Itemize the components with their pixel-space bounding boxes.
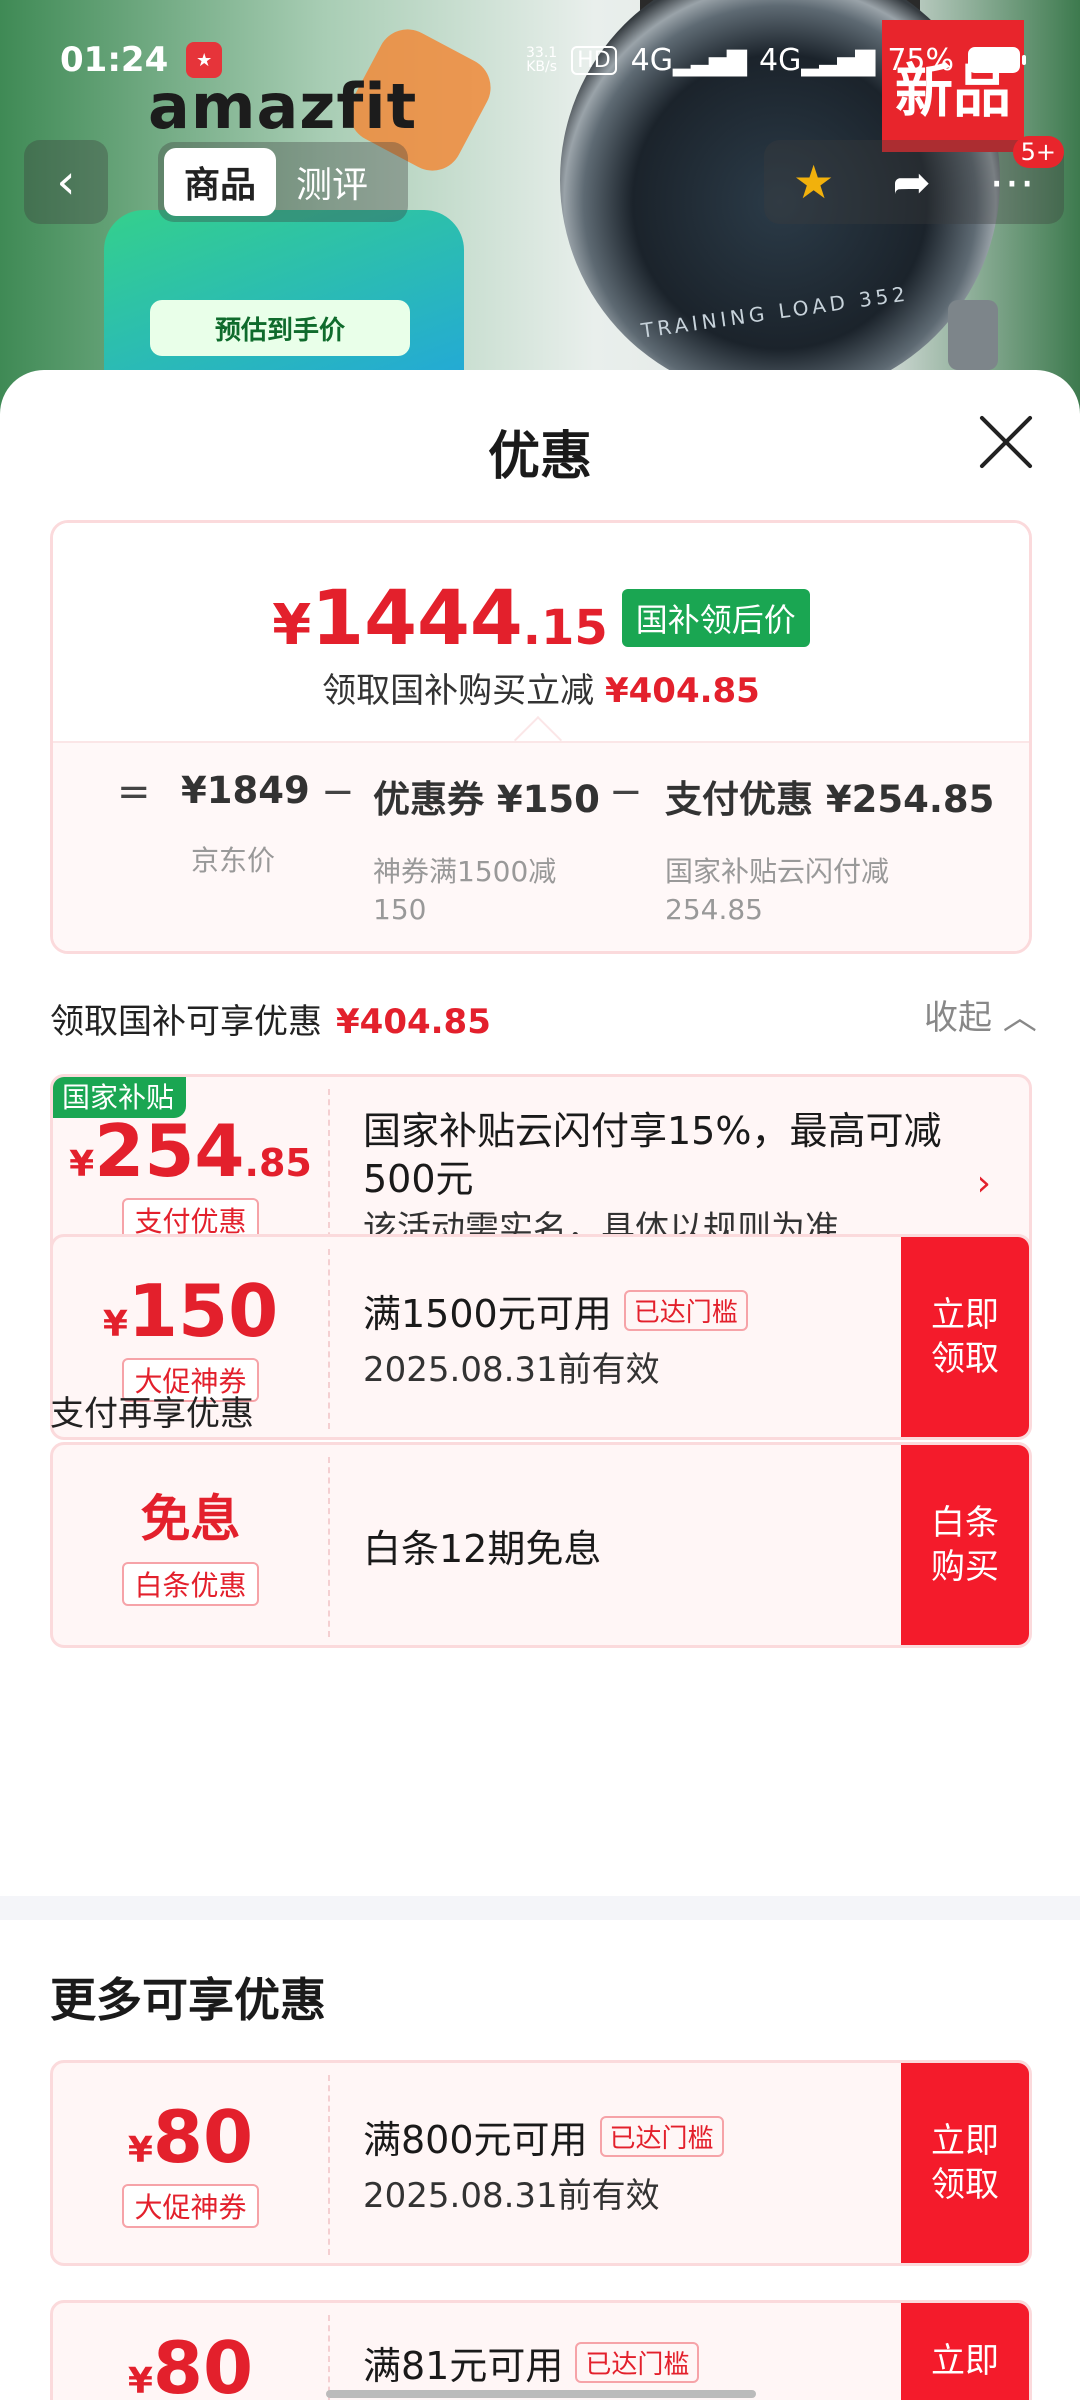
nav-actions: ★ ➦ ⋯ 5+	[764, 136, 1064, 224]
calc-item-payment: 支付优惠 ¥254.85 国家补贴云闪付减254.85	[665, 778, 995, 926]
chevron-left-icon: ‹	[56, 154, 76, 210]
price-reduction-text: 领取国补购买立减 ¥404.85	[322, 671, 760, 711]
subsidy-description: 国家补贴云闪付享15%，最高可减500元 该活动需实名，具体以规则为准	[363, 1109, 942, 1249]
top-nav: ‹ 商品 测评 ★ ➦ ⋯ 5+	[0, 136, 1080, 224]
calc-op-minus: −	[321, 769, 355, 815]
coupon-card-80: ¥ 80 大促神券 满800元可用 已达门槛 2025.08.31前有效 立即领取	[50, 2060, 1032, 2266]
back-button[interactable]: ‹	[24, 140, 108, 224]
chevron-up-icon: ︿	[1002, 998, 1037, 1038]
card-type-label: 大促神券	[122, 2184, 259, 2228]
signal-icon: 4G▂▃▅▇	[630, 42, 747, 78]
claim-button[interactable]: 立即	[901, 2303, 1029, 2400]
calc-op-equals: =	[117, 769, 151, 815]
card-divider	[328, 1249, 330, 1429]
tab-review[interactable]: 测评	[276, 148, 388, 216]
price-summary: ¥ 1444 .15 国补领后价 领取国补购买立减 ¥404.85 = ¥184…	[50, 520, 1032, 954]
more-discounts-title: 更多可享优惠	[50, 1973, 326, 2027]
claim-button[interactable]: 立即领取	[901, 2063, 1029, 2263]
calc-item-jd-price: ¥1849 京东价	[181, 769, 310, 877]
calc-item-coupon: 优惠券 ¥150 神券满1500减150	[373, 778, 600, 926]
threshold-badge: 已达门槛	[599, 2116, 724, 2157]
subsidy-price-tag: 国补领后价	[621, 588, 810, 647]
coupon-details: 白条12期免息	[363, 1526, 602, 1571]
star-icon[interactable]: ★	[793, 155, 834, 209]
battery-icon	[968, 47, 1026, 73]
card-amount: ¥ 80 大促神券	[53, 2063, 328, 2263]
coupon-details: 满81元可用 已达门槛	[363, 2303, 700, 2400]
coupon-details: 满800元可用 已达门槛 2025.08.31前有效	[363, 2063, 724, 2263]
watch-crown	[948, 300, 998, 370]
status-bar: 01:24 ★ 33.1 KB/s HD 4G▂▃▅▇ 4G▂▃▅▇ 75%	[0, 0, 1080, 120]
section-subsidy-header: 领取国补可享优惠 ¥404.85	[50, 1002, 491, 1042]
network-speed: 33.1 KB/s	[526, 45, 558, 75]
card-divider	[328, 2075, 330, 2255]
message-count-badge: 5+	[1012, 136, 1064, 168]
status-time: 01:24	[60, 40, 169, 80]
coupon-card-80-b: ¥ 80 满81元可用 已达门槛 立即	[50, 2300, 1032, 2400]
battery-percent: 75%	[887, 42, 954, 78]
interest-free-card: 免息 白条优惠 白条12期免息 白条购买	[50, 1442, 1032, 1648]
card-amount: ¥ 80	[127, 2326, 254, 2400]
home-indicator[interactable]	[326, 2390, 756, 2398]
coupon-details: 满1500元可用 已达门槛 2025.08.31前有效	[363, 1237, 748, 1437]
summary-top: ¥ 1444 .15 国补领后价 领取国补购买立减 ¥404.85	[53, 523, 1029, 741]
hd-icon: HD	[571, 45, 617, 75]
section-payment-header: 支付再享优惠	[50, 1394, 254, 1434]
card-amount: 免息 白条优惠	[53, 1445, 328, 1645]
chevron-right-icon[interactable]: ›	[977, 1163, 991, 1204]
collapse-button[interactable]: 收起 ︿	[924, 990, 1037, 1039]
estimated-price-tag: 预估到手价	[150, 300, 410, 356]
close-icon[interactable]	[974, 410, 1038, 474]
threshold-badge: 已达门槛	[575, 2342, 700, 2383]
sheet-title: 优惠	[487, 427, 592, 487]
app-notification-icon: ★	[186, 42, 223, 78]
threshold-badge: 已达门槛	[623, 1290, 748, 1331]
section-separator	[0, 1896, 1080, 1920]
discount-sheet: 优惠 ¥ 1444 .15 国补领后价 领取国补购买立减 ¥404.85 = ¥…	[0, 370, 1080, 2400]
share-icon[interactable]: ➦	[892, 155, 931, 209]
price-breakdown: = ¥1849 京东价 − 优惠券 ¥150 神券满1500减150 − 支付优…	[53, 741, 1029, 951]
calc-op-minus-2: −	[609, 769, 643, 815]
card-divider	[328, 2315, 330, 2400]
claim-button[interactable]: 立即领取	[901, 1237, 1029, 1437]
card-type-label: 白条优惠	[122, 1562, 259, 1606]
card-divider	[328, 1457, 330, 1637]
signal-icon-2: 4G▂▃▅▇	[758, 42, 875, 78]
final-price: ¥ 1444 .15 国补领后价	[53, 573, 1029, 662]
baitiao-buy-button[interactable]: 白条购买	[901, 1445, 1029, 1645]
tab-product[interactable]: 商品	[164, 148, 277, 216]
nav-tabs: 商品 测评	[158, 142, 408, 222]
